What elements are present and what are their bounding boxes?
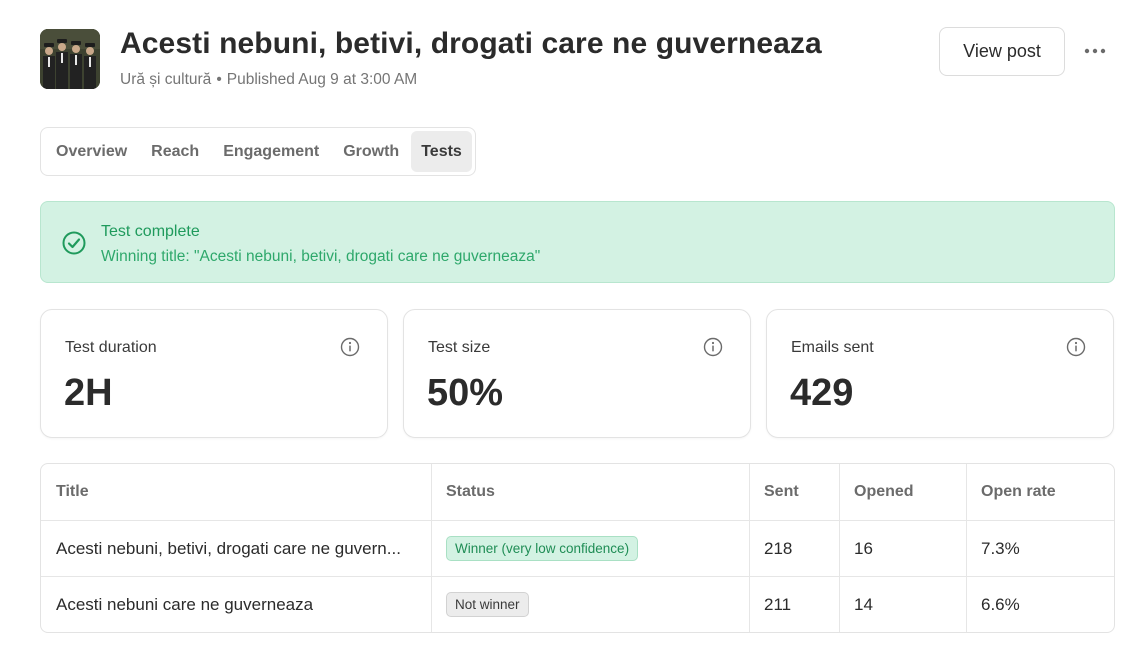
post-stats-page: Acesti nebuni, betivi, drogati care ne g… [0,0,1135,656]
row-title: Acesti nebuni care ne guverneaza [56,594,314,614]
stat-card-emails-sent: Emails sent 429 [766,309,1114,438]
stat-value: 50% [427,372,504,414]
column-header-title: Title [56,483,89,500]
test-results-table: Title Status Sent Opened Open rate Acest… [40,463,1115,633]
info-icon[interactable] [340,337,360,362]
published-date: Published Aug 9 at 3:00 AM [226,71,418,88]
banner-title: Test complete [101,223,200,240]
table-row: Acesti nebuni, betivi, drogati care ne g… [41,520,1114,576]
info-icon[interactable] [1066,337,1086,362]
post-meta: Ură și cultură • Published Aug 9 at 3:00 A… [120,71,417,89]
tab-reach[interactable]: Reach [139,131,211,172]
stat-card-test-size: Test size 50% [403,309,751,438]
row-opened: 14 [854,594,873,614]
stat-value: 2H [64,372,113,414]
tab-tests[interactable]: Tests [411,131,472,172]
tab-overview[interactable]: Overview [44,131,139,172]
stat-value: 429 [790,372,854,414]
row-open-rate: 6.6% [981,594,1020,614]
row-status-cell: Winner (very low confidence) [431,521,749,576]
tab-engagement[interactable]: Engagement [211,131,331,172]
column-header-status: Status [446,483,495,500]
more-options-icon[interactable] [1078,36,1112,66]
not-winner-badge: Not winner [446,592,529,617]
view-post-button[interactable]: View post [939,27,1065,76]
post-title: Acesti nebuni, betivi, drogati care ne g… [120,27,822,60]
table-header-row: Title Status Sent Opened Open rate [41,464,1114,520]
winner-badge: Winner (very low confidence) [446,536,639,561]
row-opened: 16 [854,538,873,558]
info-icon[interactable] [703,337,723,362]
thumbnail-image [40,29,100,89]
post-thumbnail [40,29,100,89]
stat-label: Emails sent [791,339,874,356]
column-header-opened: Opened [854,483,914,500]
row-title-cell: Acesti nebuni, betivi, drogati care ne g… [41,521,431,576]
row-open-rate: 7.3% [981,538,1020,558]
stat-label: Test duration [65,339,157,356]
row-sent: 218 [764,538,793,558]
stat-card-test-duration: Test duration 2H [40,309,388,438]
stat-label: Test size [428,339,491,356]
tab-growth[interactable]: Growth [331,131,411,172]
table-row: Acesti nebuni care ne guverneaza Not win… [41,576,1114,632]
meta-separator: • [216,71,222,88]
row-status-cell: Not winner [431,577,749,632]
check-circle-icon [62,231,86,260]
row-sent: 211 [764,594,792,614]
row-title: Acesti nebuni, betivi, drogati care ne g… [56,538,401,558]
column-header-sent: Sent [764,483,799,500]
test-complete-banner: Test complete Winning title: "Acesti neb… [40,201,1115,283]
row-title-cell: Acesti nebuni care ne guverneaza [41,577,431,632]
column-header-open-rate: Open rate [981,483,1056,500]
stats-tabs: Overview Reach Engagement Growth Tests [40,127,476,176]
publication-name: Ură și cultură [120,71,212,88]
banner-subtitle: Winning title: "Acesti nebuni, betivi, d… [101,248,541,265]
